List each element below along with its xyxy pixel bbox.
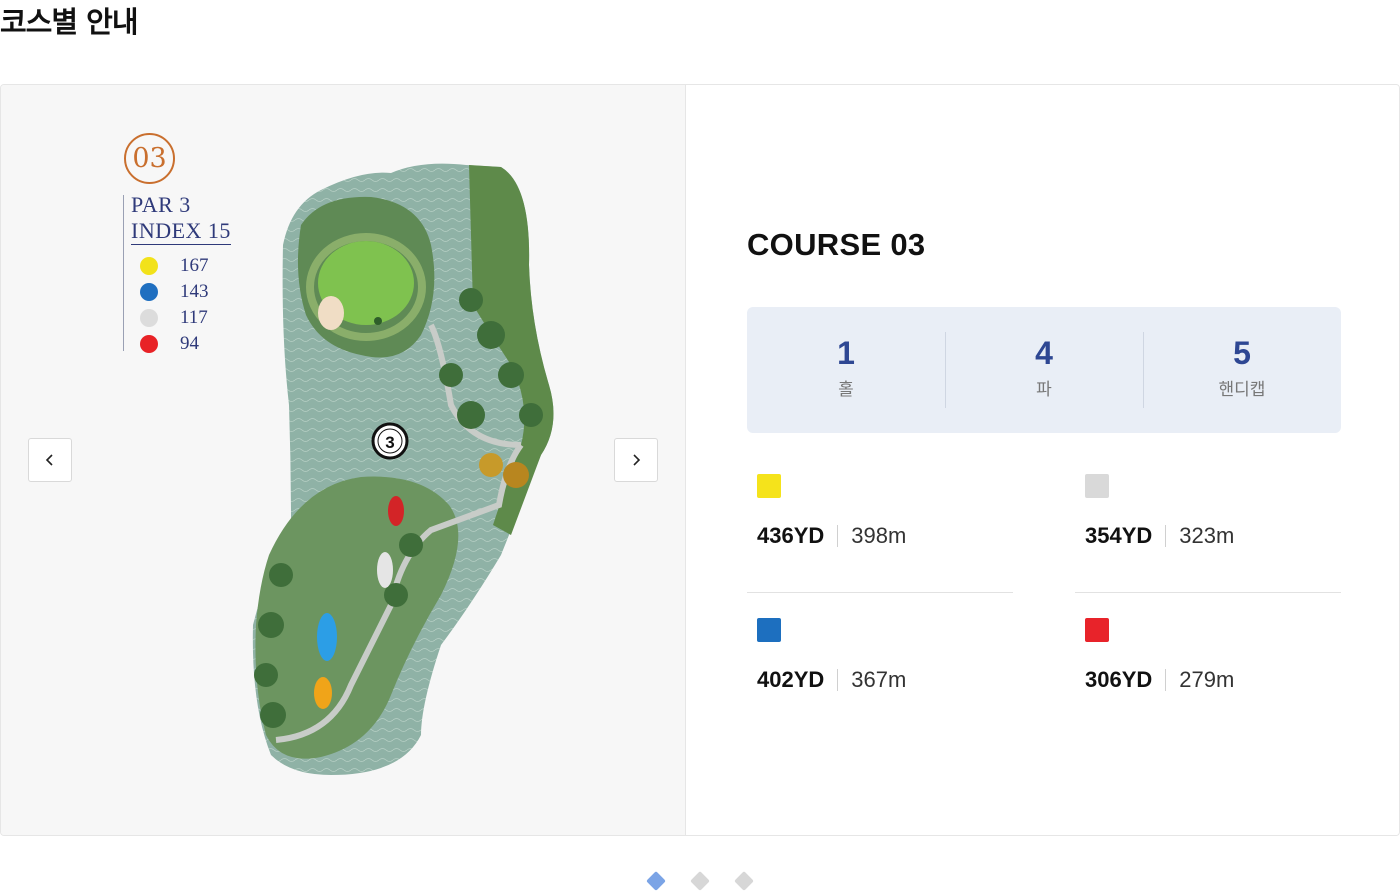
tee-color-dot <box>140 309 158 327</box>
tee-yellow: 436YD 398m <box>747 461 1013 593</box>
page-title: 코스별 안내 <box>0 5 138 39</box>
tee-separator <box>837 525 839 547</box>
tee-meters: 279m <box>1179 667 1235 692</box>
hole-number-badge: 03 <box>124 133 175 184</box>
legend-distance: 143 <box>180 281 209 302</box>
stat-label: 핸디캡 <box>1218 380 1266 400</box>
course-card: 3 03 PAR 3 INDEX 15 167 143 117 94 COURS… <box>0 84 1400 836</box>
legend-distances: 167 143 117 94 <box>140 253 209 357</box>
tee-yards: 436YD <box>757 523 825 548</box>
stat-value: 4 <box>1035 335 1053 371</box>
tee-red: 306YD 279m <box>1075 605 1341 737</box>
tee-separator <box>837 669 839 691</box>
tee-distance: 402YD 367m <box>757 667 906 693</box>
tee-swatch <box>757 618 781 642</box>
tee-swatch <box>1085 618 1109 642</box>
stat-holes: 1 홀 <box>747 307 945 433</box>
tee-swatch <box>757 474 781 498</box>
tee-meters: 323m <box>1179 523 1235 548</box>
chevron-right-icon <box>633 454 641 466</box>
tee-divider <box>1075 592 1341 593</box>
next-hole-button[interactable] <box>614 438 658 482</box>
legend-distance: 94 <box>180 333 199 354</box>
hole-map-pane: 3 03 PAR 3 INDEX 15 167 143 117 94 <box>1 85 686 835</box>
tee-yards: 306YD <box>1085 667 1153 692</box>
stat-par: 4 파 <box>945 307 1143 433</box>
tee-distance: 436YD 398m <box>757 523 906 549</box>
stat-label: 홀 <box>838 380 854 400</box>
tee-blue: 402YD 367m <box>747 605 1013 737</box>
tee-divider <box>747 592 1013 593</box>
hole-par: PAR 3 <box>131 192 191 217</box>
slider-pagination <box>0 871 1400 892</box>
tee-distance: 354YD 323m <box>1085 523 1234 549</box>
stat-handicap: 5 핸디캡 <box>1143 307 1341 433</box>
legend-distance: 167 <box>180 255 209 276</box>
tee-color-dot <box>140 335 158 353</box>
stat-value: 1 <box>837 335 855 371</box>
tee-color-dot <box>140 283 158 301</box>
legend-row: 167 <box>140 253 209 279</box>
tee-white: 354YD 323m <box>1075 461 1341 593</box>
blue-tee <box>317 613 337 661</box>
tee-separator <box>1165 525 1167 547</box>
tee-meters: 398m <box>851 523 907 548</box>
pagination-dot[interactable] <box>734 871 754 891</box>
tee-separator <box>1165 669 1167 691</box>
chevron-left-icon <box>45 454 53 466</box>
course-info-pane: COURSE 03 1 홀 4 파 5 핸디캡 436YD 398m 354YD… <box>687 85 1399 835</box>
tee-meters: 367m <box>851 667 907 692</box>
prev-hole-button[interactable] <box>28 438 72 482</box>
yellow-tee <box>314 677 332 709</box>
pagination-dot-active[interactable] <box>646 871 666 891</box>
hole-marker-label: 3 <box>385 433 394 452</box>
pin <box>374 317 382 325</box>
pagination-dot[interactable] <box>690 871 710 891</box>
legend-row: 94 <box>140 331 209 357</box>
stat-label: 파 <box>1036 380 1052 400</box>
course-title: COURSE 03 <box>747 227 926 262</box>
tee-swatch <box>1085 474 1109 498</box>
red-tee <box>388 496 404 526</box>
legend-divider <box>123 195 124 351</box>
hole-map-illustration: 3 <box>252 163 554 776</box>
white-tee <box>377 552 393 588</box>
stat-value: 5 <box>1233 335 1251 371</box>
bunker <box>318 296 344 330</box>
tee-distance: 306YD 279m <box>1085 667 1234 693</box>
legend-distance: 117 <box>180 307 208 328</box>
tee-color-dot <box>140 257 158 275</box>
legend-row: 117 <box>140 305 209 331</box>
course-stats: 1 홀 4 파 5 핸디캡 <box>747 307 1341 433</box>
tee-yards: 354YD <box>1085 523 1153 548</box>
legend-row: 143 <box>140 279 209 305</box>
tee-yards: 402YD <box>757 667 825 692</box>
hole-index: INDEX 15 <box>131 218 231 245</box>
